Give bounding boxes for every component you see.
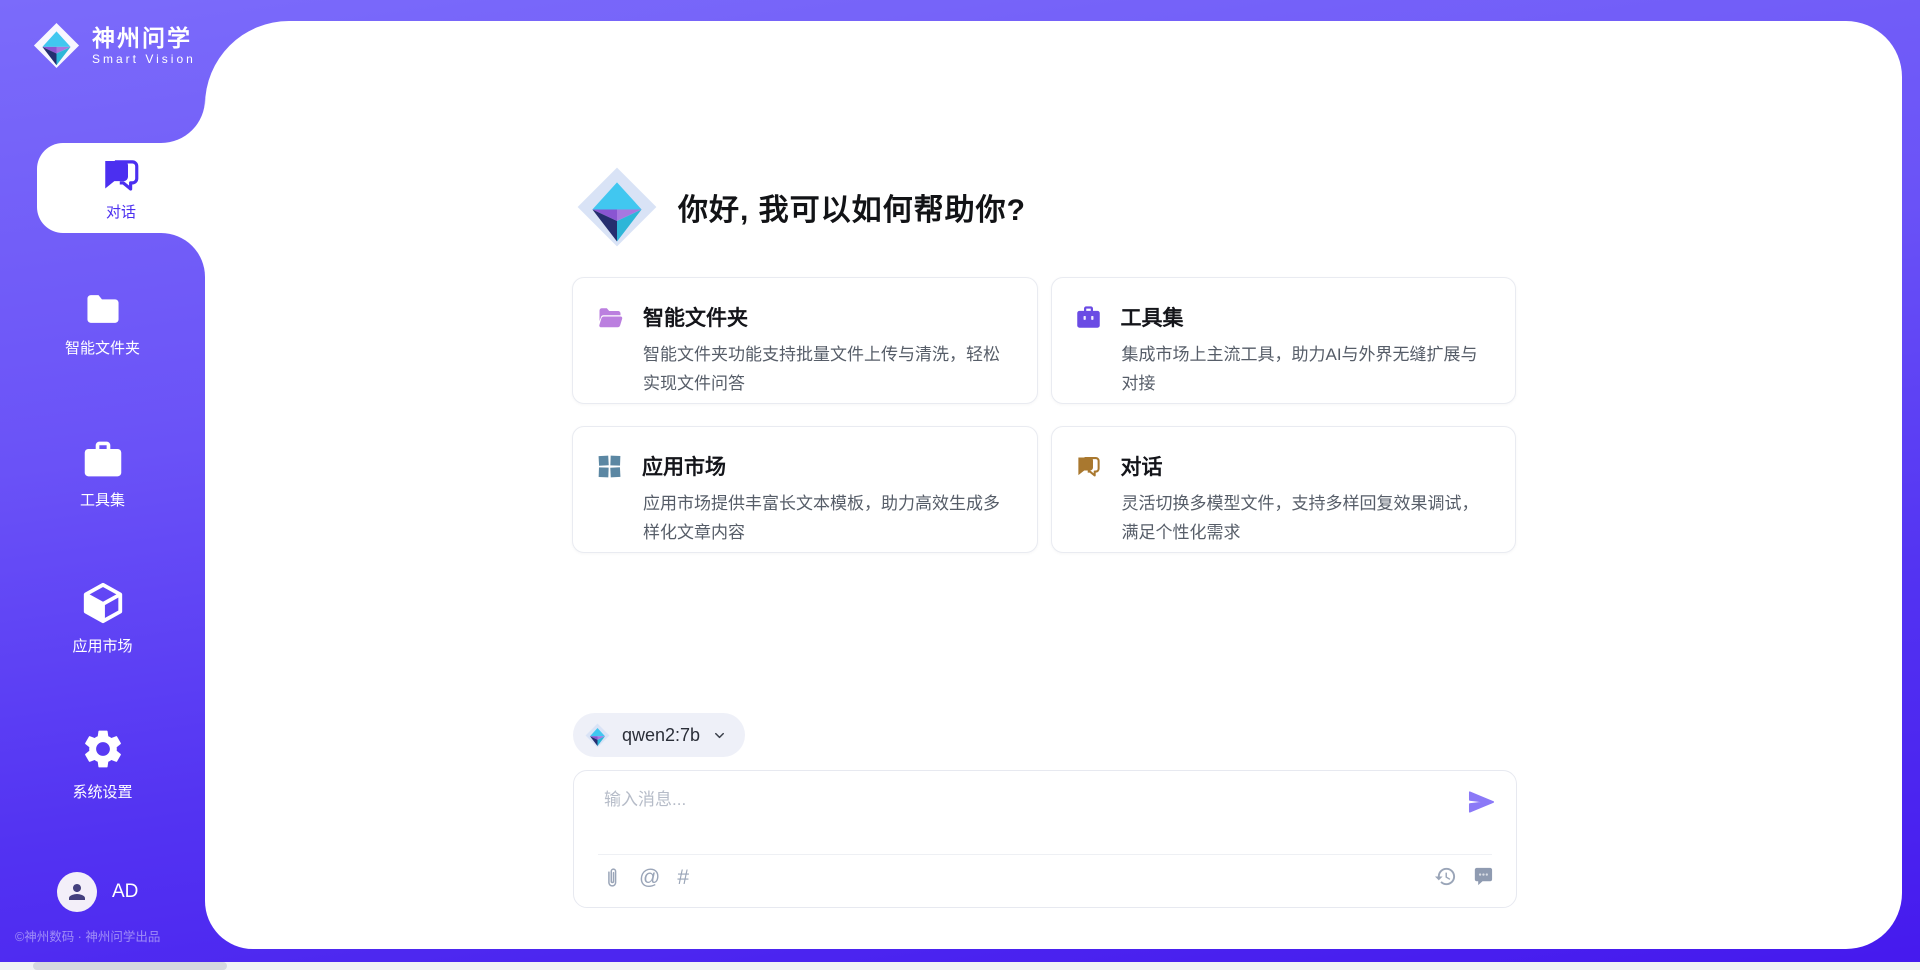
gear-icon <box>80 726 126 772</box>
greeting: 你好, 我可以如何帮助你? <box>576 163 1026 251</box>
card-title: 应用市场 <box>642 451 726 481</box>
model-name: qwen2:7b <box>622 725 700 746</box>
brand-subtitle: Smart Vision <box>92 51 196 67</box>
send-button[interactable] <box>1464 785 1498 819</box>
hashtag-icon[interactable]: # <box>677 866 689 890</box>
person-icon <box>65 880 89 904</box>
sidebar-item-smart-folder[interactable]: 智能文件夹 <box>0 290 205 358</box>
cube-icon <box>80 580 126 626</box>
briefcase-icon <box>81 438 125 480</box>
copyright-footer: ©神州数码 · 神州问学出品 <box>15 926 160 945</box>
card-description: 应用市场提供丰富长文本模板，助力高效生成多样化文章内容 <box>643 489 1009 547</box>
folder-open-icon <box>596 304 624 330</box>
history-icon[interactable] <box>1434 865 1457 888</box>
feedback-bubble-icon[interactable] <box>1471 865 1494 888</box>
app-logo: 神州问学 Smart Vision <box>33 20 196 71</box>
card-title: 工具集 <box>1121 302 1184 332</box>
active-tab-fillet-top <box>161 99 205 143</box>
card-smart-folder[interactable]: 智能文件夹 智能文件夹功能支持批量文件上传与清洗，轻松实现文件问答 <box>572 277 1038 404</box>
greeting-gem-icon <box>576 163 658 251</box>
attach-file-icon[interactable] <box>602 865 622 891</box>
sidebar-item-app-market[interactable]: 应用市场 <box>0 580 205 656</box>
message-input[interactable] <box>602 789 1426 811</box>
mention-icon[interactable]: @ <box>639 866 660 890</box>
sidebar-item-label: 应用市场 <box>72 635 132 656</box>
user-profile[interactable]: AD <box>57 872 138 912</box>
horizontal-scrollbar[interactable] <box>0 962 1920 970</box>
chevron-down-icon <box>712 728 727 743</box>
sidebar-item-label: 智能文件夹 <box>65 337 140 358</box>
active-tab-fillet-bottom <box>161 233 205 277</box>
card-toolset[interactable]: 工具集 集成市场上主流工具，助力AI与外界无缝扩展与对接 <box>1051 277 1517 404</box>
sidebar-item-toolset[interactable]: 工具集 <box>0 438 205 510</box>
card-app-market[interactable]: 应用市场 应用市场提供丰富长文本模板，助力高效生成多样化文章内容 <box>572 426 1038 553</box>
folder-icon <box>81 290 125 328</box>
user-name: AD <box>112 881 138 903</box>
scrollbar-thumb[interactable] <box>33 962 227 970</box>
message-composer: @ # <box>573 770 1517 908</box>
sidebar-item-label: 工具集 <box>80 489 125 510</box>
sidebar-item-label: 系统设置 <box>72 781 132 802</box>
send-icon <box>1467 788 1495 816</box>
feature-cards: 智能文件夹 智能文件夹功能支持批量文件上传与清洗，轻松实现文件问答 工具集 集成… <box>572 277 1516 553</box>
sidebar-item-chat[interactable]: 对话 <box>37 143 205 233</box>
card-chat[interactable]: 对话 灵活切换多模型文件，支持多样回复效果调试，满足个性化需求 <box>1051 426 1517 553</box>
model-selector[interactable]: qwen2:7b <box>573 713 745 757</box>
card-description: 智能文件夹功能支持批量文件上传与清洗，轻松实现文件问答 <box>643 340 1009 398</box>
greeting-text: 你好, 我可以如何帮助你? <box>678 185 1026 229</box>
sidebar-item-label: 对话 <box>106 201 136 222</box>
brand-name: 神州问学 <box>92 25 196 51</box>
card-title: 对话 <box>1121 451 1163 481</box>
chat-bubbles-icon <box>100 154 142 196</box>
composer-divider <box>598 854 1492 855</box>
model-gem-icon <box>585 722 610 749</box>
briefcase-icon <box>1075 304 1102 330</box>
card-description: 灵活切换多模型文件，支持多样回复效果调试，满足个性化需求 <box>1122 489 1488 547</box>
card-description: 集成市场上主流工具，助力AI与外界无缝扩展与对接 <box>1122 340 1488 398</box>
sidebar-item-settings[interactable]: 系统设置 <box>0 726 205 802</box>
card-title: 智能文件夹 <box>643 302 748 332</box>
chat-bubbles-icon <box>1075 453 1102 480</box>
grid-icon <box>596 453 623 480</box>
brand-gem-icon <box>33 20 80 71</box>
avatar[interactable] <box>57 872 97 912</box>
